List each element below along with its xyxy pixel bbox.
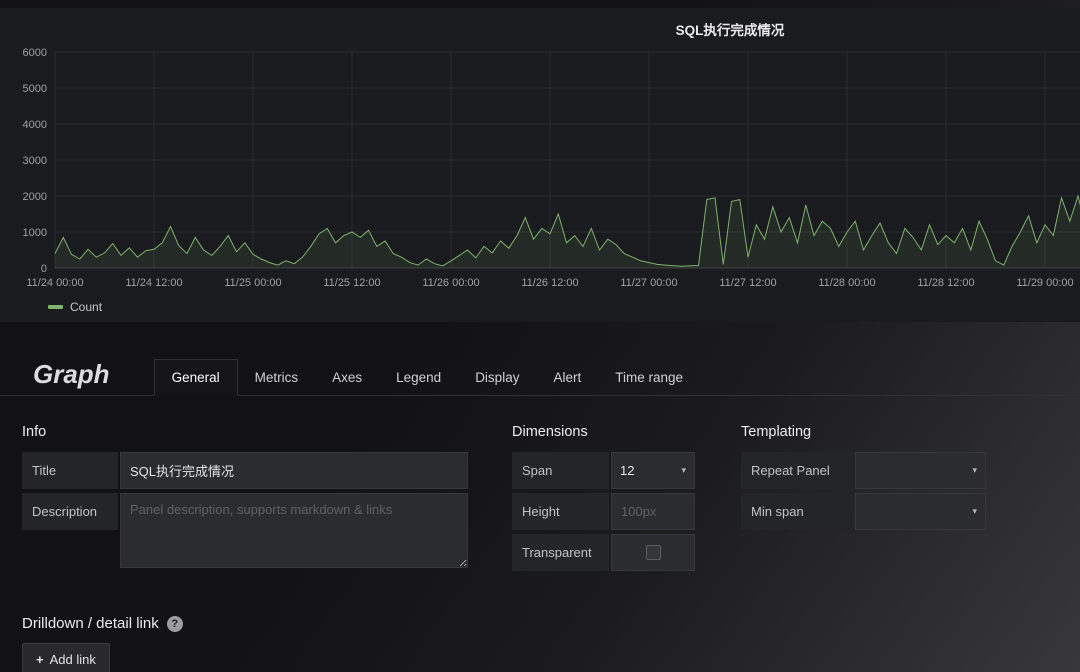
section-templating: Templating Repeat Panel ▾ Min span ▾ bbox=[741, 424, 987, 575]
svg-text:0: 0 bbox=[41, 263, 47, 275]
transparent-field-label: Transparent bbox=[512, 534, 609, 571]
tab-display[interactable]: Display bbox=[458, 360, 536, 395]
title-input[interactable] bbox=[120, 452, 468, 489]
svg-text:11/26 12:00: 11/26 12:00 bbox=[521, 277, 578, 289]
svg-text:2000: 2000 bbox=[23, 191, 47, 203]
chevron-down-icon: ▾ bbox=[681, 465, 686, 475]
svg-text:11/26 00:00: 11/26 00:00 bbox=[422, 277, 479, 289]
svg-text:1000: 1000 bbox=[23, 227, 47, 239]
span-select-value: 12 bbox=[620, 463, 635, 478]
section-dimensions: Dimensions Span 12 ▾ Height Transparent bbox=[512, 424, 695, 575]
title-field-label: Title bbox=[22, 452, 118, 489]
timeseries-chart[interactable]: 11/24 00:00 11/24 12:00 11/25 00:00 11/25 1… bbox=[0, 44, 1080, 299]
svg-text:11/28 00:00: 11/28 00:00 bbox=[818, 277, 875, 289]
editor-header: Graph General Metrics Axes Legend Displa… bbox=[0, 350, 1080, 396]
svg-text:6000: 6000 bbox=[23, 47, 47, 59]
tab-legend[interactable]: Legend bbox=[379, 360, 458, 395]
svg-text:11/27 12:00: 11/27 12:00 bbox=[719, 277, 776, 289]
min-span-field-label: Min span bbox=[741, 493, 853, 530]
section-templating-heading: Templating bbox=[741, 424, 812, 440]
tab-axes[interactable]: Axes bbox=[315, 360, 379, 395]
height-input[interactable] bbox=[611, 493, 695, 530]
add-link-button[interactable]: + Add link bbox=[22, 643, 110, 672]
section-drilldown-heading: Drilldown / detail link bbox=[22, 615, 159, 632]
repeat-panel-field-label: Repeat Panel bbox=[741, 452, 853, 489]
tab-time-range[interactable]: Time range bbox=[598, 360, 700, 395]
tab-alert[interactable]: Alert bbox=[536, 360, 598, 395]
description-textarea[interactable] bbox=[120, 493, 468, 568]
legend-series-swatch bbox=[48, 305, 63, 309]
legend-series-label: Count bbox=[70, 300, 103, 314]
editor-tabs: General Metrics Axes Legend Display Aler… bbox=[153, 359, 700, 396]
svg-text:11/27 00:00: 11/27 00:00 bbox=[620, 277, 677, 289]
chevron-down-icon: ▾ bbox=[972, 465, 977, 475]
span-select[interactable]: 12 ▾ bbox=[611, 452, 695, 489]
svg-text:11/29 00:00: 11/29 00:00 bbox=[1016, 277, 1073, 289]
section-info-heading: Info bbox=[22, 424, 47, 440]
panel-title[interactable]: SQL执行完成情况 bbox=[0, 8, 1080, 39]
add-link-label: Add link bbox=[49, 652, 96, 667]
graph-panel: SQL执行完成情况 11/24 00:00 11/24 12:00 11/25 00… bbox=[0, 8, 1080, 322]
section-dimensions-heading: Dimensions bbox=[512, 424, 588, 440]
svg-text:5000: 5000 bbox=[23, 83, 47, 95]
plus-icon: + bbox=[36, 652, 44, 667]
min-span-select[interactable]: ▾ bbox=[855, 493, 986, 530]
description-field-label: Description bbox=[22, 493, 118, 530]
chevron-down-icon: ▾ bbox=[972, 506, 977, 516]
tab-metrics[interactable]: Metrics bbox=[238, 360, 316, 395]
transparent-control bbox=[611, 534, 695, 571]
svg-text:4000: 4000 bbox=[23, 119, 47, 131]
svg-text:11/24 00:00: 11/24 00:00 bbox=[26, 277, 83, 289]
svg-text:11/24 12:00: 11/24 12:00 bbox=[125, 277, 182, 289]
svg-text:11/25 12:00: 11/25 12:00 bbox=[323, 277, 380, 289]
help-icon[interactable]: ? bbox=[166, 615, 183, 632]
editor-heading: Graph bbox=[33, 359, 110, 389]
height-field-label: Height bbox=[512, 493, 609, 530]
tab-general-content: Info Title Description Dimensions Span 1… bbox=[0, 396, 1080, 672]
panel-editor: Graph General Metrics Axes Legend Displa… bbox=[0, 350, 1080, 672]
tab-general[interactable]: General bbox=[153, 359, 238, 396]
section-drilldown: Drilldown / detail link ? + Add link bbox=[22, 615, 1080, 672]
svg-text:3000: 3000 bbox=[23, 155, 47, 167]
legend-item-count[interactable]: Count bbox=[0, 299, 1080, 314]
transparent-checkbox[interactable] bbox=[645, 545, 661, 560]
repeat-panel-select[interactable]: ▾ bbox=[855, 452, 986, 489]
span-field-label: Span bbox=[512, 452, 609, 489]
section-info: Info Title Description bbox=[22, 424, 468, 575]
chart-canvas[interactable]: 11/24 00:00 11/24 12:00 11/25 00:00 11/25 1… bbox=[0, 44, 1080, 296]
svg-text:11/28 12:00: 11/28 12:00 bbox=[917, 277, 974, 289]
svg-text:11/25 00:00: 11/25 00:00 bbox=[224, 277, 281, 289]
